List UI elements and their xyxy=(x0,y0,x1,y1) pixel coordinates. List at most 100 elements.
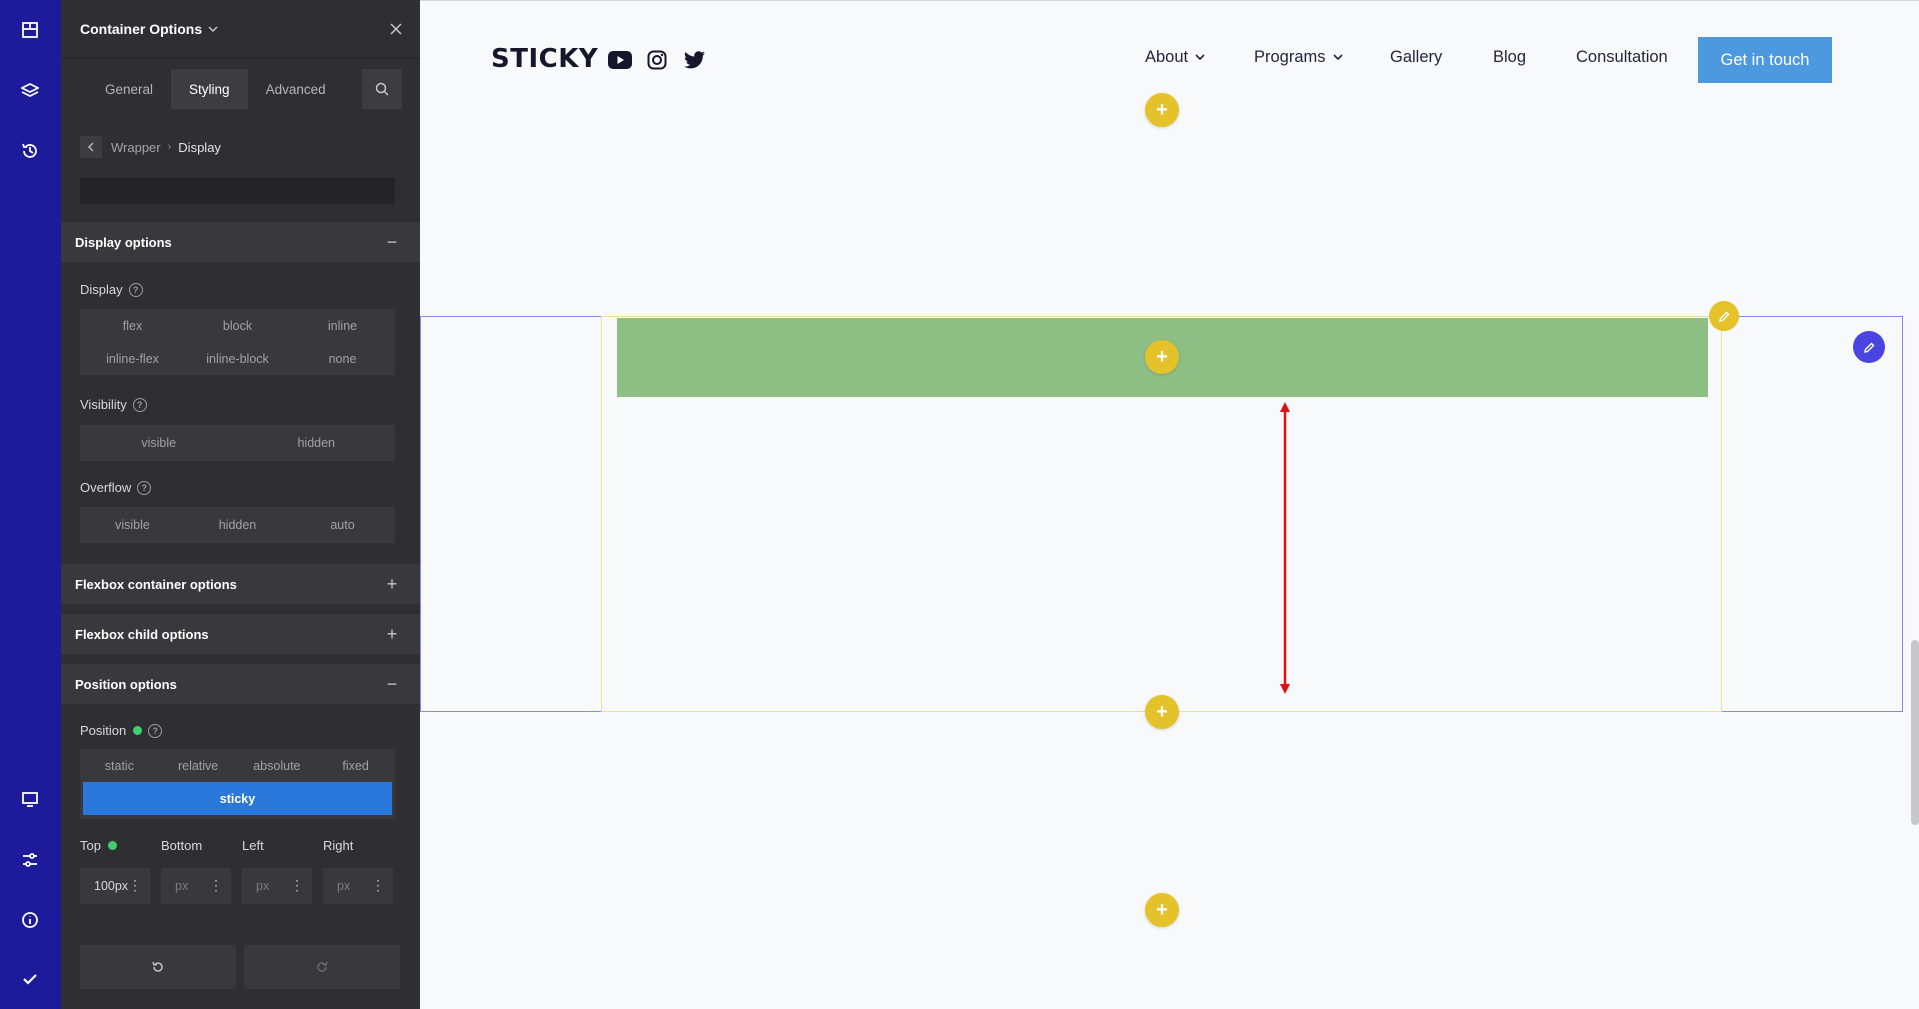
canvas-top-border xyxy=(420,0,1919,1)
left-input[interactable]: px ⋮ xyxy=(242,868,312,904)
position-absolute[interactable]: absolute xyxy=(238,749,317,782)
display-options-group: flex block inline inline-flex inline-blo… xyxy=(80,309,395,375)
flexbox-child-header[interactable]: Flexbox child options + xyxy=(61,614,420,654)
more-vertical-icon[interactable]: ⋮ xyxy=(371,878,385,892)
position-sticky[interactable]: sticky xyxy=(83,782,392,815)
display-flex[interactable]: flex xyxy=(80,309,185,342)
breadcrumb-display: Display xyxy=(178,139,221,155)
display-inline-block[interactable]: inline-block xyxy=(185,342,290,375)
check-icon[interactable] xyxy=(15,964,45,994)
help-icon[interactable]: ? xyxy=(137,480,152,495)
visibility-label: Visibility xyxy=(80,397,127,412)
position-relative[interactable]: relative xyxy=(159,749,238,782)
layers-icon[interactable] xyxy=(15,76,45,106)
help-icon[interactable]: ? xyxy=(148,723,163,738)
more-vertical-icon[interactable]: ⋮ xyxy=(290,878,304,892)
search-icon[interactable] xyxy=(362,69,402,109)
modified-indicator xyxy=(107,841,117,850)
display-inline-flex[interactable]: inline-flex xyxy=(80,342,185,375)
tab-styling[interactable]: Styling xyxy=(171,69,248,109)
redo-button[interactable] xyxy=(244,945,400,989)
top-label-row: Top xyxy=(80,838,117,853)
undo-button[interactable] xyxy=(80,945,236,989)
right-label: Right xyxy=(323,838,354,853)
position-static[interactable]: static xyxy=(80,749,159,782)
chevron-down-icon xyxy=(1195,54,1205,61)
nav-programs[interactable]: Programs xyxy=(1254,48,1343,67)
expand-icon[interactable]: + xyxy=(382,574,402,594)
settings-sliders-icon[interactable] xyxy=(15,845,45,875)
more-vertical-icon[interactable]: ⋮ xyxy=(128,878,142,892)
overflow-options-group: visible hidden auto xyxy=(80,507,395,543)
position-label: Position xyxy=(80,723,127,738)
visibility-hidden[interactable]: hidden xyxy=(238,425,396,461)
help-icon[interactable]: ? xyxy=(128,282,143,297)
collapse-icon[interactable]: − xyxy=(382,674,402,694)
nav-about[interactable]: About xyxy=(1145,48,1205,67)
add-element-button[interactable]: + xyxy=(1145,893,1179,927)
youtube-icon[interactable] xyxy=(608,48,632,72)
edit-pencil-icon[interactable] xyxy=(1709,301,1739,331)
panel-title[interactable]: Container Options xyxy=(80,21,202,37)
tab-general[interactable]: General xyxy=(87,69,171,109)
bottom-label: Bottom xyxy=(161,838,203,853)
bottom-input[interactable]: px ⋮ xyxy=(161,868,231,904)
class-input[interactable] xyxy=(80,178,395,204)
layout-icon[interactable] xyxy=(15,15,45,45)
display-block[interactable]: block xyxy=(185,309,290,342)
nav-gallery[interactable]: Gallery xyxy=(1390,48,1442,67)
more-vertical-icon[interactable]: ⋮ xyxy=(209,878,223,892)
nav-blog[interactable]: Blog xyxy=(1493,48,1526,67)
flexbox-container-header[interactable]: Flexbox container options + xyxy=(61,564,420,604)
flexbox-child-title: Flexbox child options xyxy=(75,626,209,642)
breadcrumb-separator: › xyxy=(167,141,172,153)
add-element-button[interactable]: + xyxy=(1145,340,1179,374)
desktop-icon[interactable] xyxy=(15,784,45,814)
redo-icon xyxy=(317,961,328,972)
add-element-button[interactable]: + xyxy=(1145,695,1179,729)
info-icon[interactable] xyxy=(15,905,45,935)
chevron-down-icon[interactable] xyxy=(208,24,218,34)
undo-icon xyxy=(152,961,163,972)
overflow-hidden[interactable]: hidden xyxy=(185,507,290,543)
overflow-auto[interactable]: auto xyxy=(290,507,395,543)
top-input[interactable]: 100px ⋮ xyxy=(80,868,150,904)
expand-icon[interactable]: + xyxy=(382,624,402,644)
bottom-placeholder: px xyxy=(175,879,189,893)
visibility-visible[interactable]: visible xyxy=(80,425,238,461)
tab-advanced[interactable]: Advanced xyxy=(248,69,344,109)
display-options-title: Display options xyxy=(75,234,172,250)
back-chevron-icon[interactable] xyxy=(80,136,102,158)
instagram-icon[interactable] xyxy=(645,48,669,72)
position-options-title: Position options xyxy=(75,676,177,692)
overflow-visible[interactable]: visible xyxy=(80,507,185,543)
site-logo[interactable]: STICKY xyxy=(491,44,598,74)
position-options-header[interactable]: Position options − xyxy=(61,664,420,704)
display-inline[interactable]: inline xyxy=(290,309,395,342)
right-input[interactable]: px ⋮ xyxy=(323,868,393,904)
close-icon[interactable] xyxy=(386,19,406,39)
page-canvas: STICKY About Programs Gallery Blog Consu… xyxy=(420,0,1919,1009)
overflow-label-row: Overflow ? xyxy=(80,480,152,495)
right-placeholder: px xyxy=(337,879,351,893)
visibility-label-row: Visibility ? xyxy=(80,397,147,412)
display-options-header[interactable]: Display options − xyxy=(61,222,420,262)
edit-pencil-icon[interactable] xyxy=(1853,331,1885,363)
nav-consultation[interactable]: Consultation xyxy=(1576,48,1668,67)
get-in-touch-button[interactable]: Get in touch xyxy=(1698,37,1832,83)
collapse-icon[interactable]: − xyxy=(382,232,402,252)
visibility-options-group: visible hidden xyxy=(80,425,395,461)
breadcrumb-wrapper[interactable]: Wrapper xyxy=(111,140,161,155)
top-value: 100px xyxy=(94,879,128,893)
history-icon[interactable] xyxy=(15,136,45,166)
top-label: Top xyxy=(80,838,101,853)
add-element-button[interactable]: + xyxy=(1145,93,1179,127)
left-label: Left xyxy=(242,838,264,853)
red-arrow-annotation xyxy=(1280,402,1290,694)
position-fixed[interactable]: fixed xyxy=(316,749,395,782)
help-icon[interactable]: ? xyxy=(132,397,147,412)
position-label-row: Position ? xyxy=(80,723,163,738)
twitter-icon[interactable] xyxy=(683,48,707,72)
scrollbar[interactable] xyxy=(1911,640,1919,825)
display-none[interactable]: none xyxy=(290,342,395,375)
